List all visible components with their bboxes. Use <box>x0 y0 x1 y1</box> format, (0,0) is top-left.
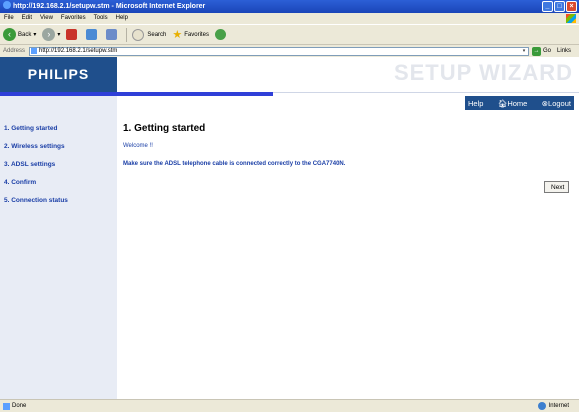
maximize-button[interactable]: □ <box>554 1 565 12</box>
window-title: http://192.168.2.1/setupw.stm - Microsof… <box>13 3 206 10</box>
sidebar-item-adsl-settings[interactable]: 3. ADSL settings <box>4 161 55 168</box>
links-label[interactable]: Links <box>557 48 571 54</box>
back-label: Back <box>18 31 32 38</box>
home-link-label: Home <box>507 98 528 108</box>
menu-help[interactable]: Help <box>116 13 128 24</box>
sidebar-item-connection-status[interactable]: 5. Connection status <box>4 197 68 204</box>
forward-dropdown-icon[interactable]: ▾ <box>57 31 60 38</box>
toolbar-separator <box>126 27 128 42</box>
menu-view[interactable]: View <box>40 13 53 24</box>
home-link[interactable]: 🏠︎Home <box>498 99 528 108</box>
page-icon <box>31 48 38 54</box>
internet-globe-icon <box>537 402 546 410</box>
welcome-text: Welcome !! <box>123 143 153 149</box>
address-bar: Address http://192.168.2.1/setupw.stm ▾ … <box>0 45 579 57</box>
toolbar: ‹ Back ▾ › ▾ Search ★ Favorites <box>0 24 579 45</box>
window-title-bar: http://192.168.2.1/setupw.stm - Microsof… <box>0 0 579 13</box>
page-title: 1. Getting started <box>123 123 206 134</box>
menu-bar: File Edit View Favorites Tools Help <box>0 13 579 24</box>
address-value: http://192.168.2.1/setupw.stm <box>39 47 118 54</box>
close-button[interactable]: × <box>566 1 577 12</box>
minimize-button[interactable]: _ <box>542 1 553 12</box>
philips-logo: PHILIPS <box>0 57 117 92</box>
back-arrow-icon: ‹ <box>3 28 16 41</box>
header-nav: Help 🏠︎Home ⊗Logout <box>465 96 574 110</box>
media-icon <box>214 29 226 40</box>
page-header: PHILIPS SETUP WIZARD <box>0 57 579 92</box>
search-icon <box>132 28 145 41</box>
back-button[interactable]: ‹ Back ▾ <box>3 28 36 41</box>
address-label: Address <box>3 48 26 54</box>
address-input[interactable]: http://192.168.2.1/setupw.stm ▾ <box>29 46 530 56</box>
favorites-button[interactable]: ★ Favorites <box>172 28 209 41</box>
back-dropdown-icon[interactable]: ▾ <box>33 31 36 38</box>
stop-button[interactable] <box>66 29 80 40</box>
address-dropdown-icon[interactable]: ▾ <box>520 47 528 56</box>
security-zone: Internet <box>537 400 569 412</box>
favorites-label: Favorites <box>184 31 209 38</box>
logout-link-label: Logout <box>548 98 571 108</box>
status-text: Done <box>12 403 27 409</box>
refresh-icon <box>86 29 98 40</box>
sidebar-item-wireless-settings[interactable]: 2. Wireless settings <box>4 143 65 150</box>
next-button[interactable]: Next <box>544 181 569 193</box>
home-icon <box>106 29 118 40</box>
zone-label: Internet <box>548 403 569 409</box>
menu-favorites[interactable]: Favorites <box>61 13 86 24</box>
logout-link[interactable]: ⊗Logout <box>542 99 571 108</box>
go-label: Go <box>543 48 552 54</box>
menu-edit[interactable]: Edit <box>22 13 32 24</box>
favorites-star-icon: ★ <box>172 29 183 41</box>
forward-button[interactable]: › ▾ <box>42 28 60 41</box>
home-button[interactable] <box>106 29 120 40</box>
menu-file[interactable]: File <box>4 13 14 24</box>
menu-tools[interactable]: Tools <box>94 13 108 24</box>
help-link[interactable]: Help <box>468 99 483 108</box>
search-label: Search <box>147 31 167 38</box>
stop-icon <box>66 29 78 40</box>
windows-logo-icon <box>566 14 576 23</box>
sidebar: 1. Getting started 2. Wireless settings … <box>0 96 117 399</box>
sidebar-item-getting-started[interactable]: 1. Getting started <box>4 125 57 132</box>
media-button[interactable] <box>214 29 229 40</box>
internet-explorer-icon <box>3 1 11 9</box>
refresh-button[interactable] <box>86 29 100 40</box>
sidebar-item-confirm[interactable]: 4. Confirm <box>4 179 36 186</box>
page-status-icon <box>3 402 10 410</box>
go-button[interactable]: → Go <box>532 46 552 56</box>
status-bar: Done Internet <box>0 399 579 412</box>
setup-wizard-title: SETUP WIZARD <box>393 60 573 85</box>
home-nav-icon: 🏠︎ <box>497 98 508 108</box>
go-arrow-icon: → <box>532 46 542 56</box>
search-button[interactable]: Search <box>132 28 167 41</box>
web-page: PHILIPS SETUP WIZARD Help 🏠︎Home ⊗Logout… <box>0 57 579 399</box>
window-controls: _ □ × <box>542 1 577 12</box>
instruction-text: Make sure the ADSL telephone cable is co… <box>123 161 346 167</box>
forward-arrow-icon: › <box>42 28 56 41</box>
